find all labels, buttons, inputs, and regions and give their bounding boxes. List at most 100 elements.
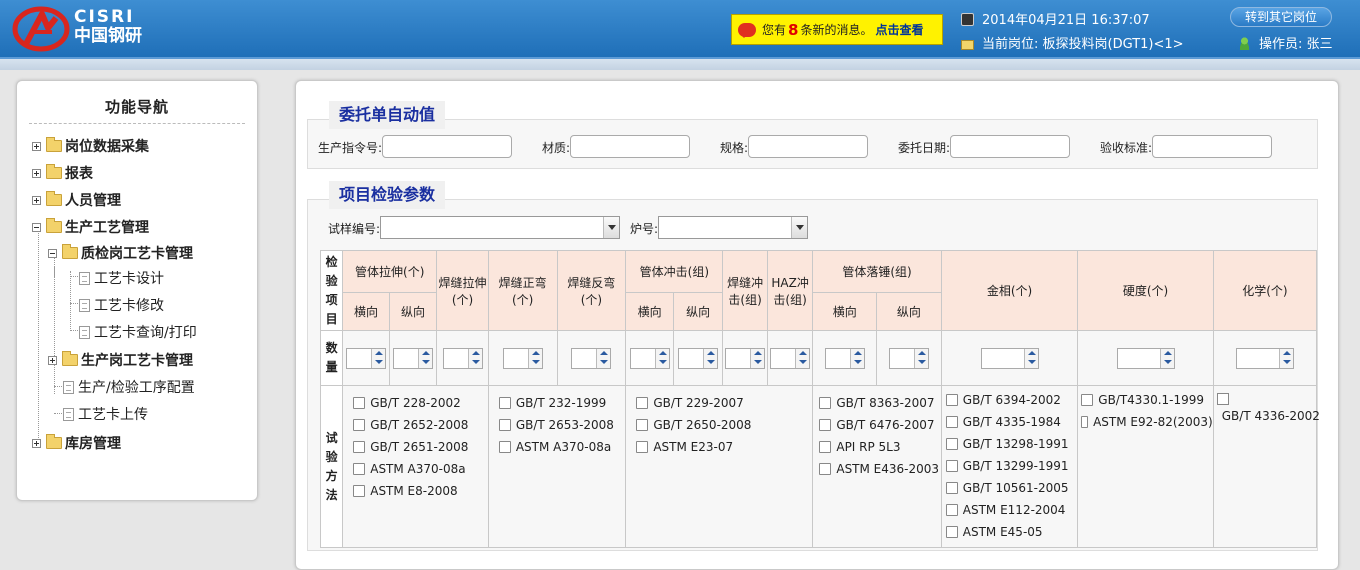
checkbox-icon[interactable]: [353, 419, 366, 431]
spinner-arrows-icon[interactable]: [467, 348, 482, 368]
sidebar-item-data-collection[interactable]: 岗位数据采集: [32, 136, 149, 156]
sample-no-select[interactable]: [380, 216, 620, 239]
material-input[interactable]: [570, 135, 690, 158]
qty-spinner[interactable]: [1235, 347, 1294, 369]
method-checkbox[interactable]: GB/T 228-2002: [353, 392, 488, 414]
qty-spinner[interactable]: [571, 347, 612, 369]
checkbox-icon[interactable]: [1081, 416, 1089, 428]
sidebar-item-card-upload[interactable]: 工艺卡上传: [63, 404, 148, 424]
method-checkbox[interactable]: GB/T 2650-2008: [636, 414, 812, 436]
sidebar-item-reports[interactable]: 报表: [32, 163, 93, 183]
qty-spinner[interactable]: [824, 347, 865, 369]
qty-spinner[interactable]: [629, 347, 670, 369]
method-checkbox[interactable]: ASTM A370-08a: [353, 458, 488, 480]
checkbox-icon[interactable]: [1081, 394, 1094, 406]
method-checkbox[interactable]: ASTM E8-2008: [353, 480, 488, 502]
checkbox-icon[interactable]: [819, 463, 832, 475]
method-checkbox[interactable]: GB/T 2653-2008: [498, 414, 626, 436]
spinner-arrows-icon[interactable]: [654, 348, 669, 368]
checkbox-icon[interactable]: [819, 419, 832, 431]
spinner-arrows-icon[interactable]: [1159, 348, 1174, 368]
checkbox-icon[interactable]: [353, 397, 366, 409]
checkbox-icon[interactable]: [945, 460, 958, 472]
checkbox-icon[interactable]: [636, 441, 649, 453]
sidebar-item-personnel[interactable]: 人员管理: [32, 190, 121, 210]
expand-icon[interactable]: [48, 355, 57, 365]
qty-spinner[interactable]: [442, 347, 483, 369]
method-checkbox[interactable]: GB/T 2651-2008: [353, 436, 488, 458]
spinner-arrows-icon[interactable]: [1023, 348, 1038, 368]
checkbox-icon[interactable]: [498, 397, 511, 409]
checkbox-icon[interactable]: [353, 463, 366, 475]
sidebar-item-card-query-print[interactable]: 工艺卡查询/打印: [79, 322, 197, 342]
collapse-icon[interactable]: [48, 248, 57, 258]
sidebar-item-process-mgmt[interactable]: 生产工艺管理: [32, 217, 149, 237]
spinner-arrows-icon[interactable]: [913, 348, 928, 368]
checkbox-icon[interactable]: [819, 441, 832, 453]
qty-spinner[interactable]: [770, 347, 811, 369]
qty-spinner[interactable]: [392, 347, 433, 369]
checkbox-icon[interactable]: [1216, 393, 1229, 405]
method-checkbox[interactable]: GB/T 6394-2002: [945, 389, 1078, 411]
checkbox-icon[interactable]: [945, 438, 958, 450]
qty-spinner[interactable]: [1116, 347, 1175, 369]
checkbox-icon[interactable]: [353, 485, 366, 497]
spinner-arrows-icon[interactable]: [703, 348, 718, 368]
qty-spinner[interactable]: [888, 347, 929, 369]
qty-spinner[interactable]: [678, 347, 719, 369]
checkbox-icon[interactable]: [498, 419, 511, 431]
checkbox-icon[interactable]: [945, 482, 958, 494]
sidebar-item-card-edit[interactable]: 工艺卡修改: [79, 295, 164, 315]
checkbox-icon[interactable]: [819, 397, 832, 409]
spinner-arrows-icon[interactable]: [596, 348, 611, 368]
method-checkbox[interactable]: GB/T 8363-2007: [819, 392, 940, 414]
method-checkbox[interactable]: GB/T 2652-2008: [353, 414, 488, 436]
spinner-arrows-icon[interactable]: [1278, 348, 1293, 368]
checkbox-icon[interactable]: [636, 419, 649, 431]
method-checkbox[interactable]: GB/T4330.1-1999: [1081, 389, 1212, 411]
production-order-input[interactable]: [382, 135, 512, 158]
qty-spinner[interactable]: [980, 347, 1039, 369]
sidebar-item-production-card-mgmt[interactable]: 生产岗工艺卡管理: [48, 350, 193, 370]
collapse-icon[interactable]: [32, 222, 41, 232]
furnace-no-select[interactable]: [658, 216, 808, 239]
expand-icon[interactable]: [32, 438, 41, 448]
checkbox-icon[interactable]: [498, 441, 511, 453]
spinner-arrows-icon[interactable]: [750, 348, 765, 368]
spinner-arrows-icon[interactable]: [849, 348, 864, 368]
method-checkbox[interactable]: GB/T 229-2007: [636, 392, 812, 414]
method-checkbox[interactable]: ASTM E112-2004: [945, 499, 1078, 521]
sidebar-item-warehouse[interactable]: 库房管理: [32, 433, 121, 453]
method-checkbox[interactable]: GB/T 232-1999: [498, 392, 626, 414]
sidebar-item-procedure-config[interactable]: 生产/检验工序配置: [63, 377, 195, 397]
message-notice[interactable]: 您有 8 条新的消息。 点击查看: [731, 14, 943, 45]
method-checkbox[interactable]: ASTM E23-07: [636, 436, 812, 458]
qty-spinner[interactable]: [725, 347, 766, 369]
checkbox-icon[interactable]: [353, 441, 366, 453]
qty-spinner[interactable]: [502, 347, 543, 369]
expand-icon[interactable]: [32, 168, 41, 178]
checkbox-icon[interactable]: [945, 416, 958, 428]
acceptance-standard-input[interactable]: [1152, 135, 1272, 158]
view-messages-link[interactable]: 点击查看: [875, 21, 923, 38]
expand-icon[interactable]: [32, 141, 41, 151]
method-checkbox[interactable]: GB/T 4335-1984: [945, 411, 1078, 433]
spinner-arrows-icon[interactable]: [795, 348, 810, 368]
method-checkbox[interactable]: ASTM A370-08a: [498, 436, 626, 458]
spec-input[interactable]: [748, 135, 868, 158]
method-checkbox[interactable]: GB/T 10561-2005: [945, 477, 1078, 499]
method-checkbox[interactable]: ASTM E436-2003: [819, 458, 940, 480]
qty-spinner[interactable]: [345, 347, 386, 369]
method-checkbox[interactable]: GB/T 4336-2002: [1216, 389, 1320, 423]
checkbox-icon[interactable]: [945, 504, 958, 516]
checkbox-icon[interactable]: [636, 397, 649, 409]
checkbox-icon[interactable]: [945, 526, 958, 538]
spinner-arrows-icon[interactable]: [527, 348, 542, 368]
method-checkbox[interactable]: API RP 5L3: [819, 436, 940, 458]
method-checkbox[interactable]: ASTM E92-82(2003): [1081, 411, 1213, 433]
method-checkbox[interactable]: GB/T 6476-2007: [819, 414, 940, 436]
method-checkbox[interactable]: ASTM E45-05: [945, 521, 1078, 543]
checkbox-icon[interactable]: [945, 394, 958, 406]
switch-post-button[interactable]: 转到其它岗位: [1230, 7, 1332, 27]
spinner-arrows-icon[interactable]: [370, 348, 385, 368]
